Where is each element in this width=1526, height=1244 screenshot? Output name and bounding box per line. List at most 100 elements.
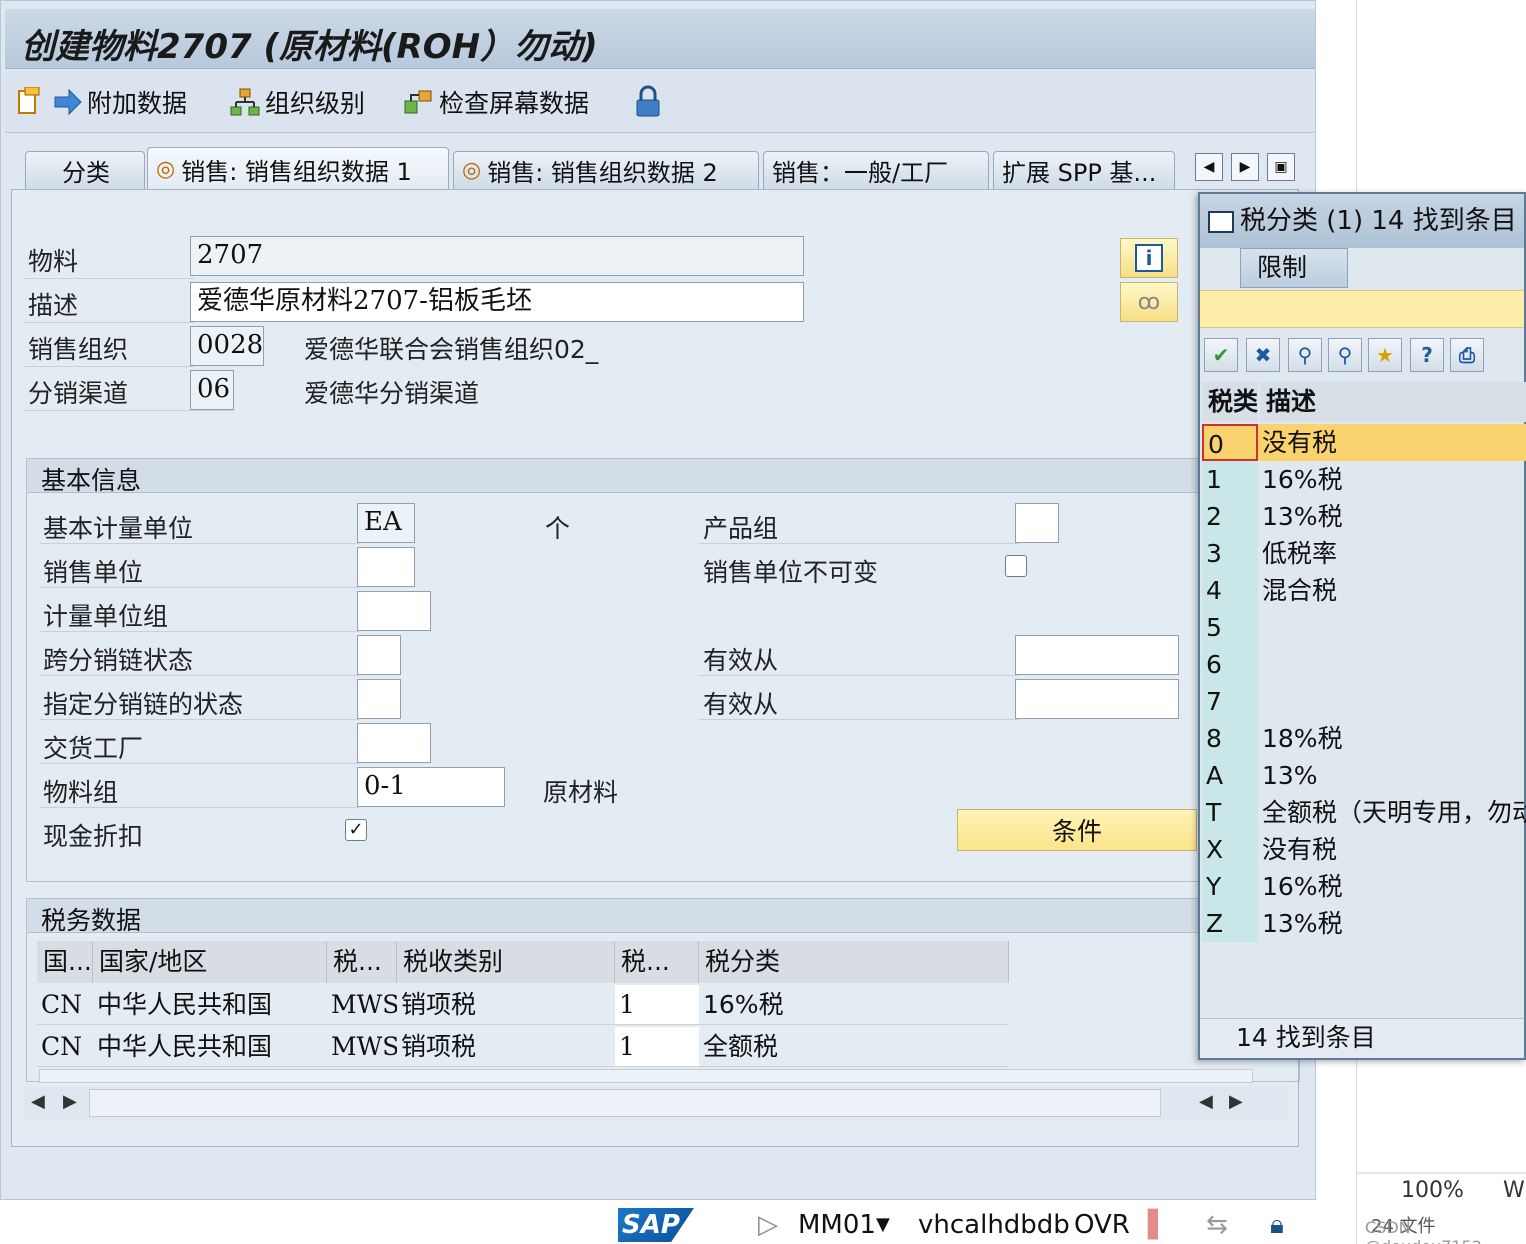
list-item[interactable]: 5 xyxy=(1202,609,1526,646)
print-icon[interactable]: ⎙ xyxy=(1450,338,1484,372)
cancel-icon[interactable]: ✖ xyxy=(1246,338,1280,372)
list-item[interactable]: Y 16%税 xyxy=(1202,868,1526,905)
divider xyxy=(39,543,359,544)
col-header-tax-cat[interactable]: 税... xyxy=(327,941,397,983)
sales-unit-field[interactable] xyxy=(357,547,415,587)
divider xyxy=(39,807,359,808)
insert-mode[interactable]: OVR xyxy=(1074,1210,1130,1240)
server-name: vhcalhdbdb xyxy=(918,1210,1070,1240)
display-glasses-button[interactable]: ꝏ xyxy=(1120,282,1178,322)
flag-icon: ▌ xyxy=(1148,1210,1168,1240)
sales-unit-fixed-checkbox[interactable] xyxy=(1005,555,1027,577)
tab-label: 销售：一般/工厂 xyxy=(772,159,949,187)
confirm-icon[interactable]: ✔ xyxy=(1204,338,1238,372)
col-header-tax-category[interactable]: 税收类别 xyxy=(397,941,615,983)
divider xyxy=(1357,1172,1526,1174)
scroll-left-icon[interactable]: ◀ xyxy=(1199,1091,1213,1112)
dchain-status-field[interactable] xyxy=(357,679,401,719)
add-favorite-icon[interactable]: ★ xyxy=(1368,338,1402,372)
find-icon[interactable]: ⚲ xyxy=(1288,338,1322,372)
checkmark-icon: ✓ xyxy=(348,819,364,840)
tab-scroll-left-icon[interactable]: ◀ xyxy=(1195,153,1223,181)
item-desc: 13%税 xyxy=(1262,502,1343,531)
lock-button[interactable] xyxy=(633,85,667,119)
tax-cat-cell: MWSI xyxy=(327,1027,397,1067)
col-header-tax-class[interactable]: 税分类 xyxy=(699,941,1009,983)
find-next-icon[interactable]: ⚲ xyxy=(1328,338,1362,372)
col-header-tax-class-key[interactable]: 税类 xyxy=(1202,382,1258,422)
popup-message-bar xyxy=(1200,290,1524,328)
item-key: T xyxy=(1202,794,1258,831)
scroll-right-icon[interactable]: ▶ xyxy=(1229,1091,1243,1112)
list-item[interactable]: 7 xyxy=(1202,683,1526,720)
valid-from-2-label: 有效从 xyxy=(703,690,779,719)
tax-class-cell[interactable]: 全额税 xyxy=(699,1027,1009,1067)
tab-list-icon[interactable]: ▣ xyxy=(1267,153,1295,181)
divider xyxy=(24,366,194,367)
material-field[interactable]: 2707 xyxy=(190,236,804,276)
list-item[interactable]: T 全额税（天明专用，勿动 xyxy=(1202,794,1526,831)
delivering-plant-field[interactable] xyxy=(357,723,431,763)
list-item[interactable]: A 13% xyxy=(1202,757,1526,794)
check-screen-label: 检查屏幕数据 xyxy=(439,89,590,118)
col-header-country-name[interactable]: 国家/地区 xyxy=(93,941,327,983)
play-icon[interactable]: ▷ xyxy=(758,1210,778,1240)
tax-category-cell: 销项税 xyxy=(397,985,615,1025)
divider xyxy=(699,719,1019,720)
distribution-channel-label: 分销渠道 xyxy=(28,379,129,408)
uom-group-field[interactable] xyxy=(357,591,431,631)
list-item[interactable]: 6 xyxy=(1202,646,1526,683)
content-hscrollbar[interactable] xyxy=(89,1089,1161,1117)
sales-org-field[interactable]: 0028 xyxy=(190,326,264,366)
col-header-tax-seq[interactable]: 税... xyxy=(615,941,699,983)
col-header-description[interactable]: 描述 xyxy=(1260,382,1526,422)
list-item[interactable]: X 没有税 xyxy=(1202,831,1526,868)
country-name-cell: 中华人民共和国 xyxy=(93,985,327,1025)
description-field[interactable]: 爱德华原材料2707-铝板毛坯 xyxy=(190,282,804,322)
list-item[interactable]: 1 16%税 xyxy=(1202,461,1526,498)
dchain-status-label: 指定分销链的状态 xyxy=(43,690,244,719)
list-item[interactable]: 0 没有税 xyxy=(1202,424,1526,461)
list-item[interactable]: Z 13%税 xyxy=(1202,905,1526,942)
secure-lock-icon: 🔒︎ xyxy=(1270,1210,1284,1240)
item-key: 8 xyxy=(1202,720,1258,757)
tab-scroll-right-icon[interactable]: ▶ xyxy=(1231,153,1259,181)
col-header-country[interactable]: 国... xyxy=(37,941,93,983)
tab-extended-spp[interactable]: 扩展 SPP 基... xyxy=(993,151,1175,189)
popup-tab-restrictions[interactable]: 限制 xyxy=(1240,248,1348,288)
tax-class-cell[interactable]: 16%税 xyxy=(699,985,1009,1025)
info-button[interactable]: i xyxy=(1120,238,1178,278)
popup-title: 税分类 (1) 14 找到条目 xyxy=(1240,206,1517,236)
org-levels-button[interactable]: 组织级别 xyxy=(229,85,365,119)
item-key: 3 xyxy=(1202,535,1258,572)
check-screen-button[interactable]: 检查屏幕数据 xyxy=(403,85,589,119)
cash-discount-checkbox[interactable]: ✓ xyxy=(345,819,367,841)
tab-classification[interactable]: 分类 xyxy=(25,151,145,189)
cross-dchain-status-field[interactable] xyxy=(357,635,401,675)
valid-from-field[interactable] xyxy=(1015,635,1179,675)
scroll-left-icon[interactable]: ◀ xyxy=(31,1091,45,1112)
cash-discount-label: 现金折扣 xyxy=(43,822,144,851)
list-item[interactable]: 2 13%税 xyxy=(1202,498,1526,535)
distribution-channel-field[interactable]: 06 xyxy=(190,370,234,410)
help-icon[interactable]: ? xyxy=(1410,338,1444,372)
table-hscrollbar[interactable] xyxy=(39,1069,1253,1083)
hierarchy-icon xyxy=(230,88,260,116)
tab-sales-org-1[interactable]: ◎ 销售: 销售组织数据 1 xyxy=(147,147,449,191)
base-uom-field[interactable]: EA xyxy=(357,503,415,543)
list-item[interactable]: 8 18%税 xyxy=(1202,720,1526,757)
transaction-code: MM01 xyxy=(798,1210,876,1240)
list-item[interactable]: 4 混合税 xyxy=(1202,572,1526,609)
divider xyxy=(24,278,194,279)
list-item[interactable]: 3 低税率 xyxy=(1202,535,1526,572)
conditions-button[interactable]: 条件 xyxy=(957,809,1197,851)
tab-sales-org-2[interactable]: ◎ 销售: 销售组织数据 2 xyxy=(453,151,759,189)
valid-from-2-field[interactable] xyxy=(1015,679,1179,719)
product-group-field[interactable] xyxy=(1015,503,1059,543)
additional-data-button[interactable]: 附加数据 xyxy=(17,85,187,119)
chevron-down-icon[interactable]: ▼ xyxy=(876,1214,890,1235)
tab-sales-general-plant[interactable]: 销售：一般/工厂 xyxy=(763,151,989,189)
scroll-right-icon[interactable]: ▶ xyxy=(63,1091,77,1112)
divider xyxy=(24,410,234,411)
material-group-field[interactable]: 0-1 xyxy=(357,767,505,807)
